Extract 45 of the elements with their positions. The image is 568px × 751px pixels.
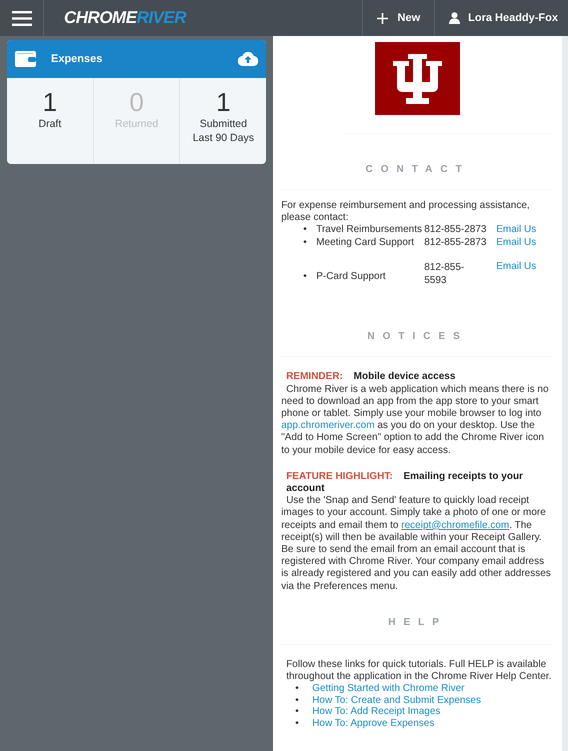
inline-link[interactable]: app.chromeriver.com bbox=[281, 420, 375, 432]
section-heading: HELP bbox=[387, 616, 448, 630]
notice-heading: FEATURE HIGHLIGHT: Emailing receipts to your account bbox=[285, 470, 524, 496]
app-logo: CHROMERIVER bbox=[64, 7, 186, 30]
help-intro: Follow these links for quick tutorials. Full HELP is available throughout the application in the Chrome River Help Center. bbox=[285, 658, 552, 684]
user-icon bbox=[449, 12, 460, 24]
contact-name: Meeting Card Support bbox=[316, 236, 414, 248]
bullet: • bbox=[295, 706, 300, 718]
contact-intro: For expense reimbursement and processing assistance, please contact: bbox=[281, 200, 531, 224]
stat-count: 0 bbox=[128, 88, 145, 117]
phone-number: 812-855-2873 bbox=[424, 224, 486, 236]
stat-label: Draft bbox=[37, 116, 62, 131]
section-heading: NOTICES bbox=[366, 330, 469, 344]
contact-name: Travel Reimbursements bbox=[316, 224, 422, 236]
bullet: • bbox=[295, 718, 300, 730]
notice-heading: REMINDER: Mobile device access bbox=[285, 371, 456, 384]
upload-icon[interactable] bbox=[238, 52, 258, 66]
stat-label: Submitted Last 90 Days bbox=[192, 116, 255, 145]
phone-number: 812-855-5593 bbox=[424, 262, 466, 288]
inline-link[interactable]: receipt@chromefile.com bbox=[401, 520, 510, 531]
card-header[interactable]: Expenses bbox=[7, 40, 266, 78]
contact-name: P-Card Support bbox=[316, 271, 386, 282]
bullet: • bbox=[295, 694, 300, 706]
notice-body: Use the 'Snap and Send' feature to quickly load receipt images to your account. Simply take a photo of one or more receipts and email them to receipt@chromefile.com. The receipt(s) will then be available within your Receipt Gallery. Be sure to send the email from an email account that is registered with Chrome River. Your company email address is already registered and you can easily add other addresses via the Preferences menu. bbox=[281, 495, 552, 593]
card-title: Expenses bbox=[51, 52, 104, 67]
phone-number: 812-855-2873 bbox=[424, 236, 486, 248]
wallet-icon bbox=[15, 50, 37, 68]
stat-label: Returned bbox=[114, 116, 160, 131]
bullet: • bbox=[303, 236, 307, 248]
menu-icon bbox=[12, 10, 32, 26]
email-link[interactable]: Email Us bbox=[496, 236, 536, 248]
help-link[interactable]: Getting Started with Chrome River bbox=[312, 683, 464, 694]
help-link[interactable]: How To: Approve Expenses bbox=[312, 718, 434, 729]
stat-count: 1 bbox=[215, 88, 232, 117]
bullet: • bbox=[303, 224, 307, 236]
bullet: • bbox=[303, 271, 307, 282]
plus-icon bbox=[376, 12, 388, 24]
email-link[interactable]: Email Us bbox=[496, 224, 536, 236]
help-link[interactable]: How To: Create and Submit Expenses bbox=[312, 694, 481, 706]
help-link[interactable]: How To: Add Receipt Images bbox=[312, 706, 440, 718]
notice-body: Chrome River is a web application which means there is no need to download an app from the app store to your smart phone or tablet. Simply use your mobile browser to log into app.chromeriver.com as you do on your desktop. Use the "Add to Home Screen" option to add the Chrome River icon to your mobile device for easy access. bbox=[281, 384, 550, 457]
stat-count: 1 bbox=[42, 88, 58, 117]
bullet: • bbox=[295, 683, 300, 695]
section-heading: CONTACT bbox=[364, 163, 471, 177]
email-link[interactable]: Email Us bbox=[496, 261, 536, 272]
